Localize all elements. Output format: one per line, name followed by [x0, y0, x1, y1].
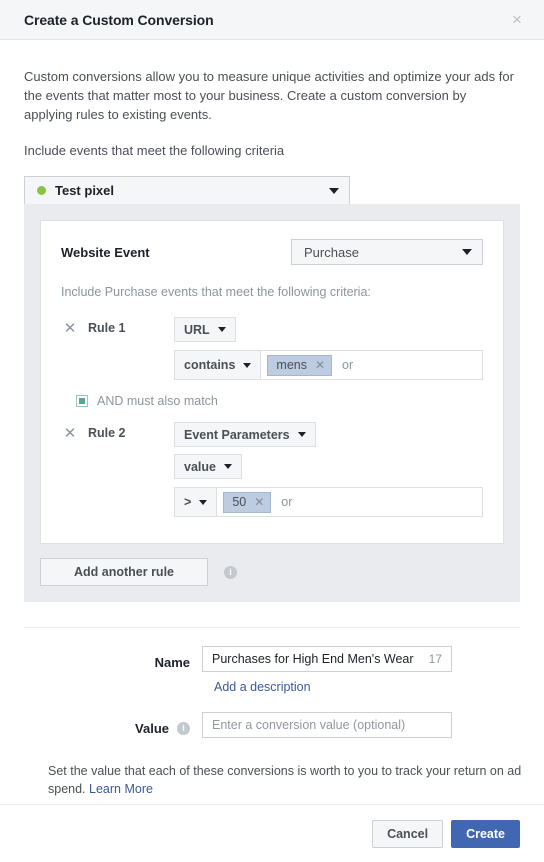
name-input-value: Purchases for High End Men's Wear	[212, 652, 414, 666]
and-must-also-match-row[interactable]: AND must also match	[76, 394, 483, 408]
rule-2-block: ✕ Rule 2 Event Parameters value > 50 ✕ o…	[61, 422, 483, 517]
criteria-instruction: Include events that meet the following c…	[24, 143, 285, 158]
remove-token-icon[interactable]: ✕	[315, 359, 325, 371]
rule-1-token-input[interactable]: mens ✕ or	[261, 351, 482, 379]
rule-2-value-row: > 50 ✕ or	[174, 487, 483, 517]
add-description-link[interactable]: Add a description	[214, 680, 520, 694]
intro-paragraph: Custom conversions allow you to measure …	[24, 69, 514, 122]
rule-2-label: Rule 2	[88, 426, 126, 440]
rule-2-token-input[interactable]: 50 ✕ or	[217, 488, 482, 516]
dialog-header: Create a Custom Conversion ×	[0, 0, 544, 40]
rule-1-operator-dropdown[interactable]: contains	[175, 351, 262, 379]
page-title: Create a Custom Conversion	[24, 11, 214, 28]
pixel-status-dot-icon	[37, 186, 46, 195]
rule-2-parameter-wrap: value	[174, 454, 483, 479]
remove-token-icon[interactable]: ✕	[254, 496, 264, 508]
rule-1-label: Rule 1	[88, 321, 126, 335]
rule-1-token: mens ✕	[267, 354, 333, 376]
name-row: Name Purchases for High End Men's Wear 1…	[24, 646, 520, 672]
rule-2-operator-dropdown[interactable]: >	[175, 488, 218, 516]
website-event-label: Website Event	[61, 244, 150, 260]
value-footnote: Set the value that each of these convers…	[48, 762, 540, 798]
add-another-rule-button[interactable]: Add another rule	[40, 558, 208, 586]
dialog-footer: Cancel Create	[0, 804, 544, 862]
rule-2-parameter-value: value	[184, 459, 216, 474]
and-must-also-match-label: AND must also match	[97, 394, 218, 408]
rule-1-or-label: or	[342, 358, 354, 372]
website-event-dropdown[interactable]: Purchase	[291, 239, 483, 265]
add-another-rule-row: Add another rule i	[40, 558, 504, 586]
pixel-select-dropdown[interactable]: Test pixel	[24, 176, 350, 204]
rules-panel: Website Event Purchase Include Purchase …	[24, 204, 520, 602]
rule-2-operator-value: >	[184, 495, 192, 509]
conversion-form: Name Purchases for High End Men's Wear 1…	[0, 646, 544, 798]
value-input[interactable]: Enter a conversion value (optional)	[202, 712, 452, 738]
rules-card: Website Event Purchase Include Purchase …	[40, 220, 504, 544]
rule-1-value-row: contains mens ✕ or	[174, 350, 483, 380]
info-icon[interactable]: i	[177, 721, 190, 735]
value-input-placeholder: Enter a conversion value (optional)	[212, 718, 406, 732]
website-event-row: Website Event Purchase	[61, 239, 483, 265]
dialog-body: Custom conversions allow you to measure …	[0, 67, 544, 602]
rule-1-operator-value: contains	[184, 358, 236, 372]
include-events-text: Include Purchase events that meet the fo…	[61, 285, 371, 299]
rule-2-or-label: or	[281, 495, 293, 509]
rule-2-parameter-dropdown[interactable]: value	[174, 454, 242, 479]
rule-1-head: ✕ Rule 1 URL contains mens ✕ or	[61, 317, 483, 380]
name-label: Name	[154, 654, 190, 670]
value-label: Value i	[24, 712, 202, 738]
remove-rule-2-icon[interactable]: ✕	[61, 422, 79, 444]
pixel-select-value: Test pixel	[55, 183, 115, 198]
chevron-down-icon	[223, 464, 232, 469]
rule-1-field-dropdown[interactable]: URL	[174, 317, 236, 342]
value-row-form: Value i Enter a conversion value (option…	[24, 712, 520, 738]
rule-2-token-text: 50	[232, 495, 247, 509]
and-must-also-match-checkbox[interactable]	[76, 395, 88, 407]
rule-2-field-value: Event Parameters	[184, 427, 290, 442]
learn-more-link[interactable]: Learn More	[89, 782, 153, 796]
section-divider	[24, 627, 520, 628]
name-input[interactable]: Purchases for High End Men's Wear 17	[202, 646, 452, 672]
chevron-down-icon	[199, 499, 208, 505]
rule-1-block: ✕ Rule 1 URL contains mens ✕ or	[61, 317, 483, 380]
chevron-down-icon	[297, 432, 306, 437]
chevron-down-icon	[329, 187, 339, 194]
rule-2-token: 50 ✕	[223, 491, 272, 513]
name-char-count: 17	[428, 652, 442, 666]
chevron-down-icon	[462, 249, 472, 255]
rule-2-head: ✕ Rule 2 Event Parameters value > 50 ✕ o…	[61, 422, 483, 517]
rule-2-fields: Event Parameters value > 50 ✕ or	[174, 422, 483, 517]
create-button[interactable]: Create	[451, 819, 520, 848]
rule-1-token-text: mens	[276, 358, 307, 372]
chevron-down-icon	[217, 327, 226, 332]
rule-1-fields: URL contains mens ✕ or	[174, 317, 483, 380]
rule-1-field-value: URL	[184, 322, 210, 337]
value-label-text: Value	[135, 720, 169, 736]
chevron-down-icon	[243, 362, 252, 368]
info-icon[interactable]: i	[224, 565, 237, 579]
website-event-value: Purchase	[304, 244, 359, 260]
rule-2-field-dropdown[interactable]: Event Parameters	[174, 422, 316, 447]
cancel-button[interactable]: Cancel	[372, 819, 444, 848]
close-icon[interactable]: ×	[506, 9, 528, 31]
remove-rule-1-icon[interactable]: ✕	[61, 317, 79, 339]
